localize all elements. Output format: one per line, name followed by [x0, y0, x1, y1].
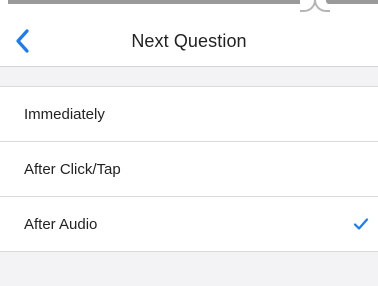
page-title: Next Question	[131, 31, 247, 51]
option-label: After Audio	[24, 216, 98, 233]
option-immediately[interactable]: Immediately	[0, 87, 378, 141]
option-after-click-tap[interactable]: After Click/Tap	[0, 141, 378, 196]
navigation-header: Next Question	[0, 16, 378, 67]
checkmark-icon	[353, 218, 369, 230]
next-question-options-list: Immediately After Click/Tap After Audio	[0, 86, 378, 252]
next-question-settings-screen: Next Question Immediately After Click/Ta…	[0, 0, 378, 286]
popover-frame-line-right	[326, 0, 378, 4]
popover-frame-line-left	[8, 0, 304, 4]
option-label: Immediately	[24, 106, 105, 123]
option-label: After Click/Tap	[24, 161, 121, 178]
option-after-audio[interactable]: After Audio	[0, 196, 378, 251]
popover-top-edge	[0, 0, 378, 16]
